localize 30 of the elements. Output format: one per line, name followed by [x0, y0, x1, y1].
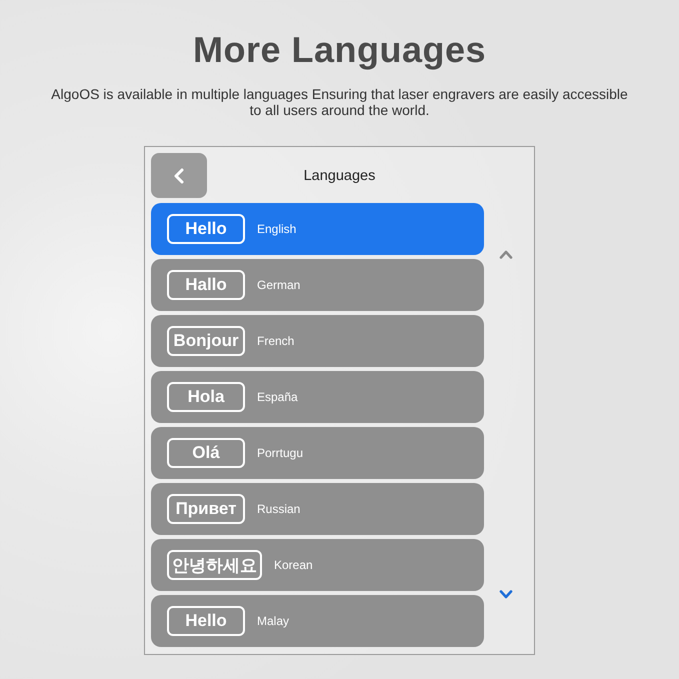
page-description: AlgoOS is available in multiple languages Ensuring that laser engravers are easily accessible to all users around the world. — [50, 86, 629, 118]
language-item[interactable]: Bonjour French — [151, 315, 484, 367]
greeting-label: Bonjour — [167, 326, 245, 356]
language-item[interactable]: Hallo German — [151, 259, 484, 311]
language-item[interactable]: Hello English — [151, 203, 484, 255]
language-name: German — [257, 278, 300, 292]
greeting-label: Hello — [167, 214, 245, 244]
language-name: French — [257, 334, 294, 348]
greeting-label: Hallo — [167, 270, 245, 300]
greeting-label: 안녕하세요 — [167, 550, 262, 580]
page-title: More Languages — [192, 28, 486, 71]
language-item[interactable]: Hola España — [151, 371, 484, 423]
language-name: Porrtugu — [257, 446, 304, 460]
back-chevron-icon — [174, 168, 184, 184]
language-name: Russian — [257, 502, 300, 516]
language-item[interactable]: Hello Malay — [151, 595, 484, 647]
scroll-down-chevron-icon[interactable] — [499, 590, 513, 599]
greeting-label: Привет — [167, 494, 245, 524]
greeting-label: Hello — [167, 606, 245, 636]
back-button[interactable] — [151, 153, 207, 198]
language-item[interactable]: Привет Russian — [151, 483, 484, 535]
language-name: English — [257, 222, 296, 236]
language-name: España — [257, 390, 298, 404]
language-name: Korean — [274, 558, 313, 572]
screen-title: Languages — [302, 168, 376, 184]
language-name: Malay — [257, 614, 290, 628]
greeting-label: Hola — [167, 382, 245, 412]
language-item[interactable]: Olá Porrtugu — [151, 427, 484, 479]
language-item[interactable]: 안녕하세요 Korean — [151, 539, 484, 591]
greeting-label: Olá — [167, 438, 245, 468]
